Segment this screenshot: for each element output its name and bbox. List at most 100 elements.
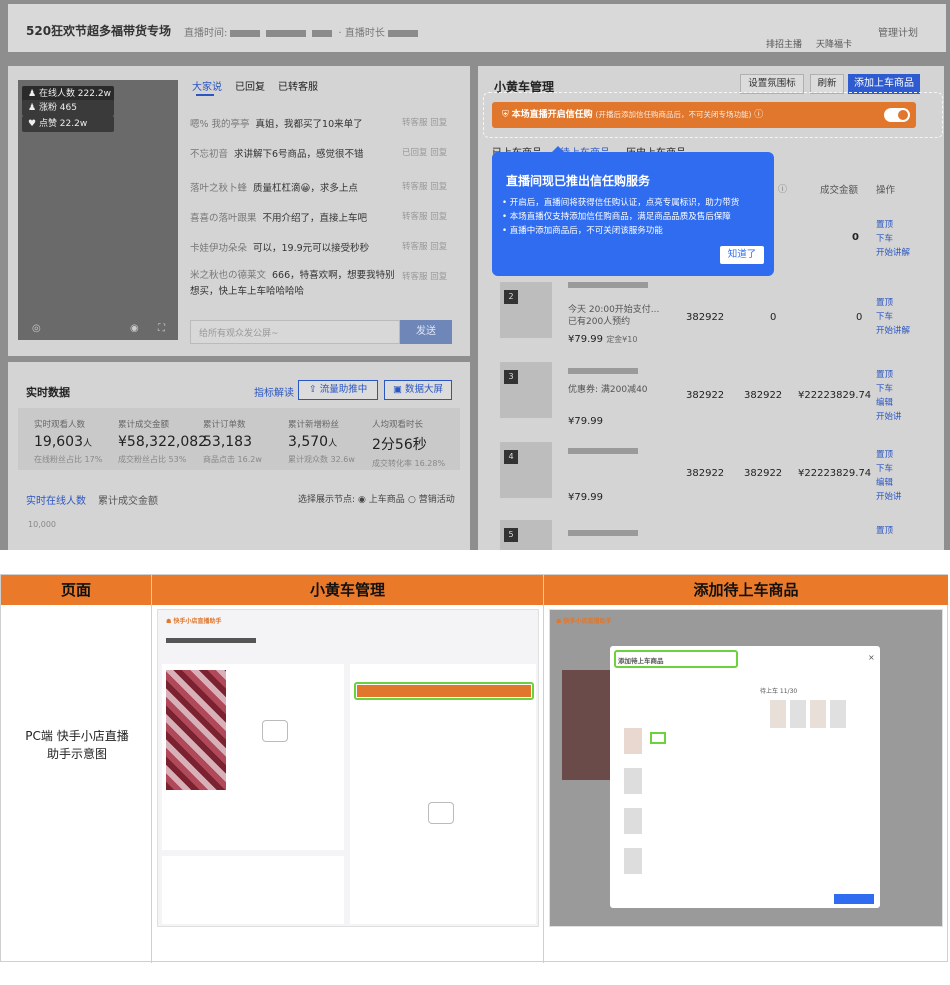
indicator-link[interactable]: 指标解读: [254, 384, 294, 399]
comment-item: 米之秋也の德莱文 666，特喜欢啊，想要我特别想买，快上车上车哈哈哈哈: [190, 270, 395, 297]
help-icon: ⓘ: [778, 185, 788, 195]
row-number: 5: [504, 528, 518, 542]
product-thumb: [624, 728, 642, 754]
product-meta: 已有200人预约: [568, 317, 631, 327]
tab-replied[interactable]: 已回复: [235, 78, 265, 93]
col-op: 操作: [876, 185, 896, 196]
add-thumbnail: ☗ 快手小店直播助手 添加待上车商品 × 待上车 11/30: [549, 609, 943, 927]
add-dialog: 添加待上车商品 × 待上车 11/30: [610, 646, 880, 908]
product-price: ¥79.99: [568, 416, 603, 427]
explain-link[interactable]: 开始讲解: [876, 324, 910, 338]
table-row: 5: [496, 520, 916, 550]
send-button[interactable]: 发送: [400, 320, 452, 344]
tab-gmv-chart[interactable]: 累计成交金额: [98, 492, 158, 507]
popup-item: • 本场直播仅支持添加信任购商品，满足商品品质及售后保障: [502, 212, 731, 222]
product-name-blur: [568, 368, 638, 374]
row-ops: 置顶: [876, 524, 893, 538]
trust-toggle[interactable]: [884, 108, 910, 122]
edit-link[interactable]: 编辑: [876, 476, 902, 490]
refresh-button[interactable]: 刷新: [810, 74, 844, 94]
app-name: ☗ 快手小店直播助手: [556, 618, 612, 625]
table-row: 2 今天 20:00开始支付... 已有200人预约 ¥79.99 定金¥10 …: [496, 282, 916, 352]
explain-link[interactable]: 开始讲: [876, 490, 902, 504]
product-thumb: [624, 768, 642, 794]
row-number: 3: [504, 370, 518, 384]
empty-icon: [262, 720, 288, 742]
product-meta: 优惠券: 满200减40: [568, 385, 648, 395]
fullscreen-icon[interactable]: ⛶: [158, 323, 165, 334]
shield-icon: ⛨: [502, 110, 509, 120]
explain-link[interactable]: 开始讲解: [876, 246, 910, 260]
row-ops: 置顶 下车 编辑 开始讲: [876, 448, 902, 504]
offcart-link[interactable]: 下车: [876, 232, 910, 246]
header-add: 添加待上车商品: [544, 575, 948, 605]
node-option-cart[interactable]: ◉ 上车商品: [358, 492, 405, 505]
dialog-title: 添加待上车商品: [618, 657, 664, 665]
pin-link[interactable]: 置顶: [876, 218, 910, 232]
data-screen-button[interactable]: ▣ 数据大屏: [384, 380, 452, 400]
cell-value: 0: [770, 312, 777, 323]
fans-stat: ♟ 涨粉 465: [22, 100, 114, 116]
stat-orders: 累计订单数 53,183 商品点击 16.2w: [203, 420, 262, 464]
mini-right-panel: [350, 664, 536, 924]
live-title: 520狂欢节超多福带货专场: [26, 24, 172, 38]
video-preview: ♟ 在线人数 222.2w ♟ 涨粉 465 ♥ 点赞 22.2w ◎ ◉ ⛶: [18, 80, 178, 340]
cell-value: 382922: [686, 312, 725, 323]
info-icon[interactable]: ⓘ: [754, 110, 763, 120]
popup-item: • 开启后，直播间将获得信任购认证，点亮专属标识，助力带货: [502, 198, 740, 208]
node-option-marketing[interactable]: ○ 营销活动: [408, 492, 455, 505]
flow-boost-button[interactable]: ⇪ 流量助推中: [298, 380, 378, 400]
chart-ytick: 10,000: [28, 520, 56, 529]
offcart-link[interactable]: 下车: [876, 462, 902, 476]
comment-input[interactable]: 给所有观众发公屏~: [190, 320, 400, 344]
row-ops: 置顶 下车 开始讲解: [876, 218, 910, 260]
node-label: 选择展示节点:: [298, 495, 356, 505]
live-time: 直播时间: · 直播时长: [184, 24, 421, 39]
popup-item: • 直播中添加商品后，不可关闭该服务功能: [502, 226, 663, 236]
product-name-blur: [568, 448, 638, 454]
app-name: ☗ 快手小店直播助手: [166, 618, 222, 625]
plan-link[interactable]: 管理计划: [878, 24, 918, 39]
edit-link[interactable]: 编辑: [876, 396, 902, 410]
pin-link[interactable]: 置顶: [876, 448, 902, 462]
comment-item: 落叶之秋卜蜂 质量杠杠滴😀，求多上点 转客服 回复: [190, 182, 448, 194]
pin-link[interactable]: 置顶: [876, 296, 910, 310]
offcart-link[interactable]: 下车: [876, 382, 902, 396]
pin-link[interactable]: 置顶: [876, 368, 902, 382]
mini-stats: [162, 856, 344, 924]
confirm-button[interactable]: [834, 894, 874, 904]
add-product-button[interactable]: 添加上车商品: [848, 74, 920, 94]
selected-thumb: [830, 700, 846, 728]
pin-link[interactable]: 置顶: [876, 524, 893, 538]
stat-watchtime: 人均观看时长 2分56秒 成交转化率 16.28%: [372, 420, 446, 468]
view-icon[interactable]: ◉: [130, 323, 139, 334]
cart-thumbnail: ☗ 快手小店直播助手: [157, 609, 539, 927]
col-amount: 成交金额: [820, 185, 859, 196]
cell-value: 382922: [686, 390, 725, 401]
camera-icon[interactable]: ◎: [32, 323, 41, 334]
tab-all[interactable]: 大家说: [192, 78, 222, 93]
row-number: 2: [504, 290, 518, 304]
offcart-link[interactable]: 下车: [876, 310, 910, 324]
comment-item: 不忘初音 求讲解下6号商品，感觉很不错 已回复 回复: [190, 148, 448, 160]
set-icon-button[interactable]: 设置氛围标: [740, 74, 804, 94]
card-link[interactable]: 天降福卡: [816, 37, 852, 50]
anchor-link[interactable]: 排招主播: [766, 37, 802, 50]
illustration-table: 页面 小黄车管理 添加待上车商品 PC端 快手小店直播助手示意图 ☗ 快手小店直…: [0, 574, 948, 963]
tab-online-chart[interactable]: 实时在线人数: [26, 492, 86, 507]
stat-gmv: 累计成交金额 ¥58,322,082 成交粉丝占比 53%: [118, 420, 208, 464]
comment-item: 嗯% 我的亭亭 真姐，我都买了10来单了 转客服 回复: [190, 118, 448, 130]
empty-icon: [428, 802, 454, 824]
comment-actions[interactable]: 转客服 回复: [402, 270, 462, 282]
cell-value: 0: [856, 312, 863, 323]
close-icon[interactable]: ×: [868, 653, 875, 662]
green-highlight: [650, 732, 666, 744]
tab-service[interactable]: 已转客服: [278, 78, 318, 93]
popup-arrow: [552, 146, 564, 152]
mini-trust-bar: [357, 685, 531, 697]
row-ops: 置顶 下车 开始讲解: [876, 296, 910, 338]
popup-ok-button[interactable]: 知道了: [720, 246, 764, 264]
cell-value: ¥22223829.74: [798, 390, 872, 401]
explain-link[interactable]: 开始讲: [876, 410, 902, 424]
popup-title: 直播间现已推出信任购服务: [506, 174, 651, 188]
